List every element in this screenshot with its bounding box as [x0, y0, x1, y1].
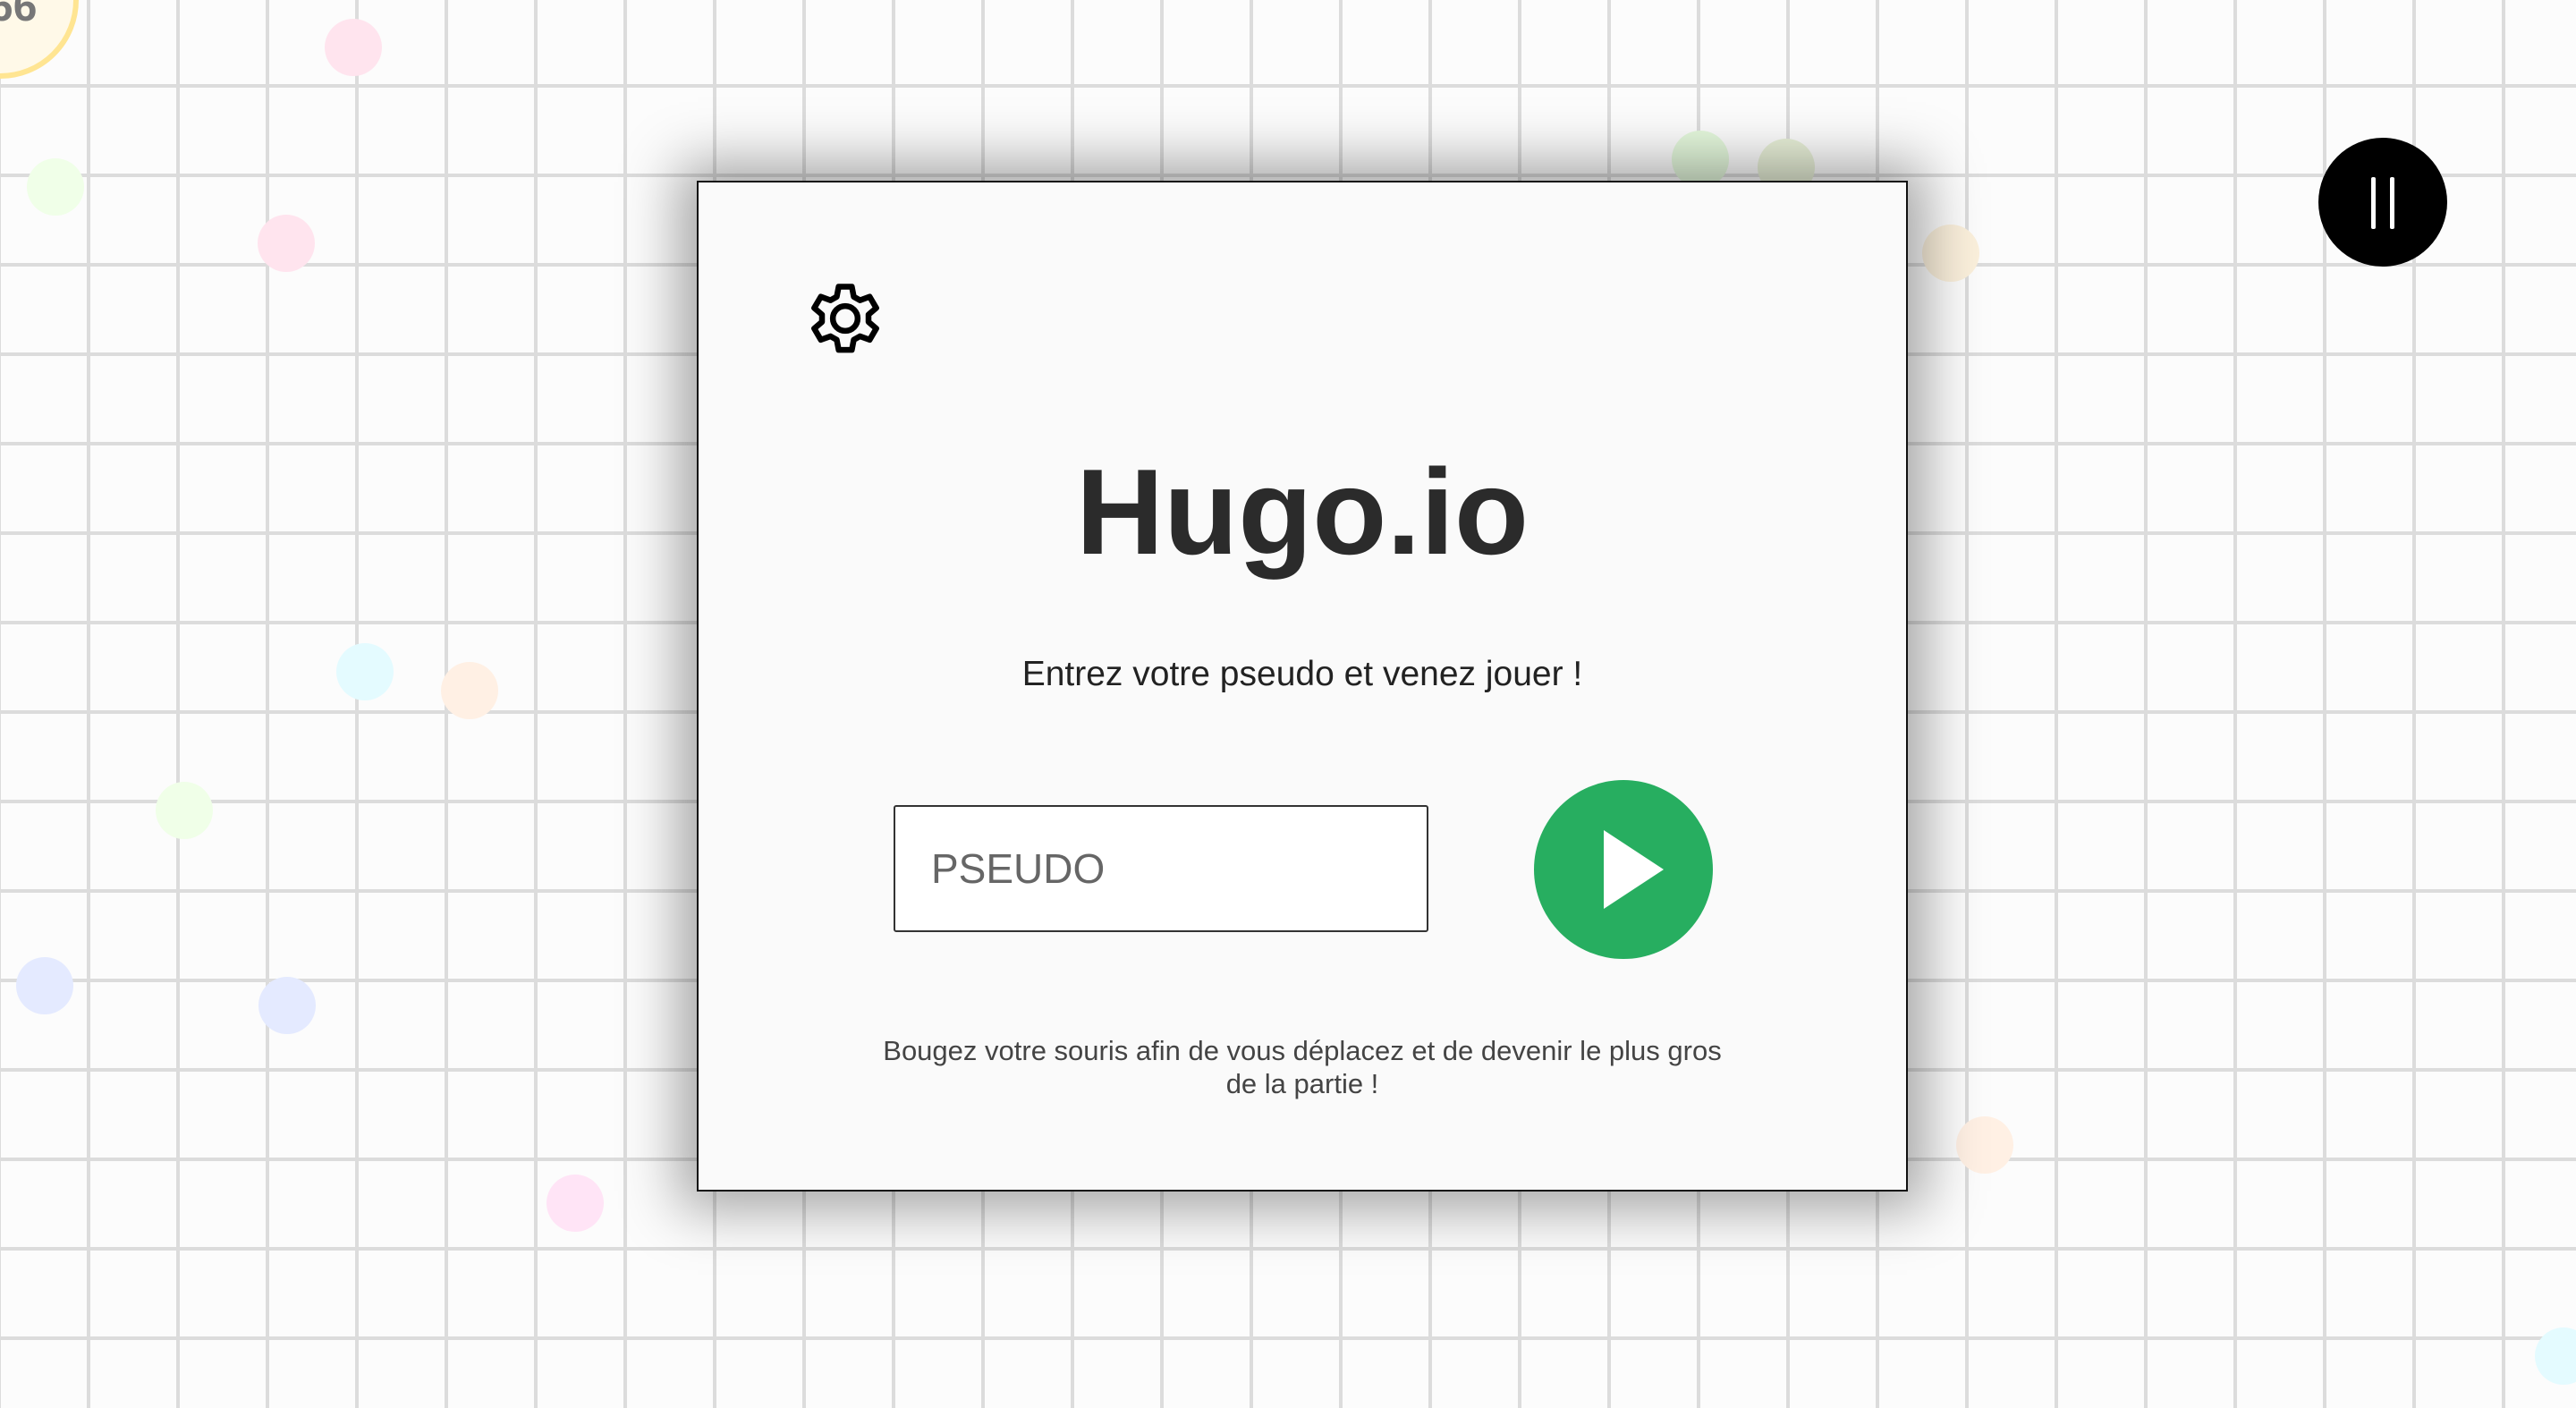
food-dot: [2535, 1327, 2576, 1385]
food-dot: [1922, 225, 1979, 282]
game-title: Hugo.io: [1075, 444, 1530, 580]
food-dot: [547, 1175, 604, 1232]
food-dot: [156, 782, 213, 839]
subtitle: Entrez votre pseudo et venez jouer !: [1021, 655, 1583, 693]
food-dot: [258, 215, 315, 272]
player-cell: 66: [0, 0, 79, 79]
play-icon: [1604, 830, 1664, 909]
pause-icon: [2371, 177, 2376, 229]
player-cell-label: 66: [0, 0, 38, 30]
food-dot: [16, 957, 73, 1014]
food-dot: [325, 19, 382, 76]
food-dot: [258, 977, 316, 1034]
play-button[interactable]: [1534, 780, 1713, 959]
help-text: Bougez votre souris afin de vous déplace…: [883, 1035, 1722, 1099]
food-dot: [1956, 1116, 2013, 1174]
food-dot: [441, 662, 498, 719]
food-dot: [27, 158, 84, 216]
pause-icon: [2390, 177, 2394, 229]
pseudo-input[interactable]: [894, 805, 1428, 932]
food-dot: [1672, 131, 1729, 188]
pause-button[interactable]: [2318, 138, 2447, 267]
gear-icon[interactable]: [799, 272, 892, 365]
food-dot: [336, 643, 394, 700]
start-menu-dialog: Hugo.io Entrez votre pseudo et venez jou…: [697, 181, 1908, 1192]
